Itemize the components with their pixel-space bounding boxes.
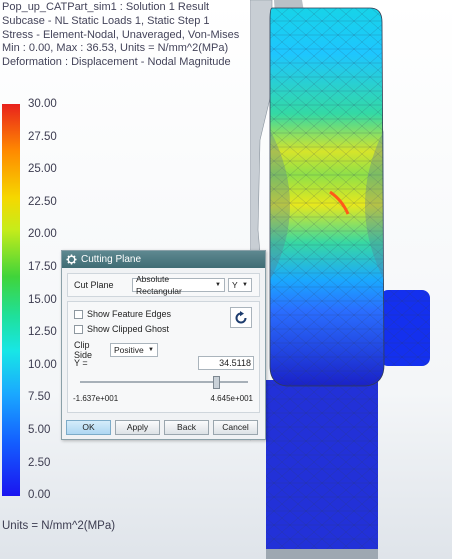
show-feature-edges-label: Show Feature Edges <box>87 309 172 319</box>
legend-value: 17.50 <box>28 260 57 273</box>
show-feature-edges-option[interactable]: Show Feature Edges <box>74 309 171 319</box>
header-line: Subcase - NL Static Loads 1, Static Step… <box>2 14 210 27</box>
ok-button[interactable]: OK <box>66 420 111 435</box>
legend-value: 15.00 <box>28 293 57 306</box>
legend-value: 25.00 <box>28 163 57 176</box>
cut-plane-label: Cut Plane <box>74 280 114 290</box>
cut-plane-select[interactable]: Absolute Rectangular ▼ <box>132 274 225 296</box>
legend-value: 20.00 <box>28 228 57 241</box>
legend-value: 12.50 <box>28 326 57 339</box>
axis-select[interactable]: Y ▼ <box>228 278 252 292</box>
header-line: Min : 0.00, Max : 36.53, Units = N/mm^2(… <box>2 42 229 55</box>
clip-side-select[interactable]: Positive ▼ <box>110 343 158 357</box>
slider-min-label: -1.637e+001 <box>73 394 119 403</box>
units-label: Units = N/mm^2(MPa) <box>2 520 116 532</box>
show-feature-edges-checkbox[interactable] <box>74 309 83 319</box>
header-line: Deformation : Displacement - Nodal Magni… <box>2 56 231 69</box>
chevron-down-icon: ▼ <box>242 282 248 288</box>
cancel-button[interactable]: Cancel <box>213 420 258 435</box>
cut-plane-value: Absolute Rectangular <box>136 274 182 296</box>
y-label: Y = <box>74 358 88 368</box>
back-button[interactable]: Back <box>164 420 209 435</box>
legend-value: 22.50 <box>28 195 57 208</box>
model-viewport[interactable] <box>250 0 452 559</box>
legend-value: 30.00 <box>28 98 57 110</box>
legend-labels: 30.00 27.50 25.00 22.50 20.00 17.50 15.0… <box>28 98 57 522</box>
cutting-plane-dialog: Cutting Plane Cut Plane Absolute Rectang… <box>61 250 266 440</box>
legend-value: 27.50 <box>28 130 57 143</box>
clip-side-label: Clip Side <box>74 340 93 360</box>
legend-value: 7.50 <box>28 391 51 404</box>
dialog-title-bar[interactable]: Cutting Plane <box>62 251 265 268</box>
show-clipped-ghost-checkbox[interactable] <box>74 324 83 334</box>
apply-button[interactable]: Apply <box>115 420 160 435</box>
gear-icon <box>66 254 77 265</box>
chevron-down-icon: ▼ <box>148 347 154 353</box>
legend-value: 10.00 <box>28 358 57 371</box>
y-value-input[interactable]: 34.5118 <box>198 356 254 370</box>
legend-color-bar <box>2 104 20 496</box>
reset-button[interactable] <box>230 307 252 328</box>
y-slider-handle[interactable] <box>212 376 220 389</box>
legend-value: 2.50 <box>28 456 51 469</box>
show-clipped-ghost-label: Show Clipped Ghost <box>87 324 170 334</box>
clip-side-value: Positive <box>114 345 144 355</box>
legend-value: 0.00 <box>28 489 51 502</box>
chevron-down-icon: ▼ <box>215 282 221 288</box>
legend-value: 5.00 <box>28 423 51 436</box>
dialog-title: Cutting Plane <box>81 254 142 265</box>
axis-value: Y <box>232 280 238 290</box>
show-clipped-ghost-option[interactable]: Show Clipped Ghost <box>74 324 169 334</box>
result-header: Pop_up_CATPart_sim1 : Solution 1 Result … <box>2 1 239 70</box>
refresh-icon <box>235 310 247 323</box>
header-line: Pop_up_CATPart_sim1 : Solution 1 Result <box>2 1 210 13</box>
y-slider-track[interactable] <box>80 381 248 383</box>
header-line: Stress - Element-Nodal, Unaveraged, Von-… <box>2 28 240 41</box>
slider-max-label: 4.645e+001 <box>210 394 254 403</box>
